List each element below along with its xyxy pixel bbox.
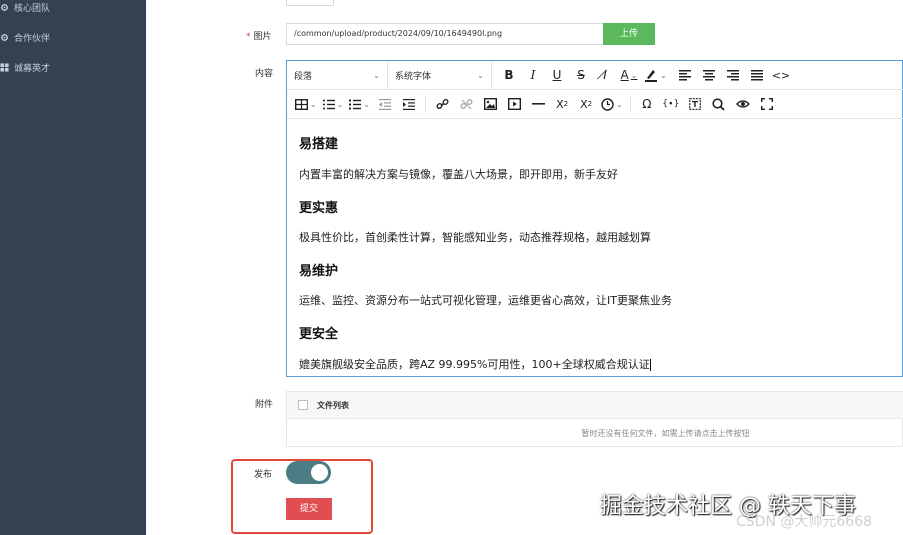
required-mark: *: [246, 32, 251, 42]
publish-toggle[interactable]: [286, 461, 331, 484]
gear-icon: [0, 3, 9, 12]
image-icon[interactable]: [481, 94, 499, 114]
gear-icon: [0, 33, 9, 42]
editor-toolbar-row-1: 段落 ⌄ 系统字体 ⌄ B I U S I̸ A ⌄ ⌄ <>: [287, 60, 903, 90]
sidebar-item-label: 核心团队: [14, 3, 51, 14]
watermark-sub: CSDN @大帅元6668: [736, 514, 872, 530]
fullscreen-icon[interactable]: [758, 94, 776, 114]
upload-button[interactable]: 上传: [603, 23, 655, 45]
text-caret: [649, 359, 651, 371]
align-center-icon[interactable]: [700, 65, 718, 85]
rich-text-editor[interactable]: 段落 ⌄ 系统字体 ⌄ B I U S I̸ A ⌄ ⌄ <> ⌄ ⌄ ⌄ X …: [286, 60, 903, 377]
content-paragraph-3: 运维、监控、资源分布一站式可视化管理，运维更省心高效，让IT更聚焦业务: [299, 294, 672, 307]
bold-icon[interactable]: B: [500, 65, 518, 85]
image-path-input[interactable]: /common/upload/product/2024/09/10/164949…: [286, 23, 604, 45]
toolbar-divider: [629, 95, 631, 113]
sidebar-item-partners[interactable]: 合作伙伴: [0, 25, 146, 49]
search-icon[interactable]: [710, 94, 728, 114]
indent-icon[interactable]: [400, 94, 418, 114]
unlink-icon[interactable]: [457, 94, 475, 114]
highlight-color-icon[interactable]: ⌄: [644, 65, 667, 85]
special-char-icon[interactable]: Ω: [638, 94, 656, 114]
file-list-header: 文件列表: [317, 400, 349, 410]
clock-icon[interactable]: ⌄: [601, 94, 623, 114]
strikethrough-icon[interactable]: S: [572, 65, 590, 85]
outdent-icon[interactable]: [376, 94, 394, 114]
chevron-down-icon: ⌄: [477, 70, 484, 80]
content-paragraph-1: 内置丰富的解决方案与镜像，覆盖八大场景，即开即用，新手友好: [299, 168, 618, 181]
font-select[interactable]: 系统字体 ⌄: [388, 60, 492, 90]
preview-eye-icon[interactable]: [734, 94, 752, 114]
content-label: 内容: [255, 69, 274, 79]
chevron-down-icon: ⌄: [373, 70, 380, 80]
sidebar-item-careers[interactable]: 诚募英才: [0, 55, 146, 79]
content-heading-3: 易维护: [299, 264, 339, 279]
sidebar-item-label: 诚募英才: [14, 63, 51, 74]
attachment-empty-text: 暂时还没有任何文件，如需上传请点击上传按钮: [581, 429, 750, 438]
font-color-icon[interactable]: A ⌄: [620, 65, 638, 85]
table-icon[interactable]: ⌄: [295, 94, 317, 114]
align-justify-icon[interactable]: [748, 65, 766, 85]
attachment-table-header: 文件列表: [287, 392, 903, 419]
subscript-icon[interactable]: X2: [553, 94, 571, 114]
content-heading-4: 更安全: [299, 327, 339, 342]
select-all-checkbox[interactable]: [298, 400, 308, 410]
image-label-wrap: * 图片: [246, 29, 272, 42]
sidebar-item-label: 合作伙伴: [14, 33, 51, 44]
submit-button[interactable]: 提交: [286, 498, 332, 520]
video-icon[interactable]: [505, 94, 523, 114]
paragraph-select[interactable]: 段落 ⌄: [287, 60, 388, 90]
superscript-icon[interactable]: X2: [577, 94, 595, 114]
font-select-value: 系统字体: [395, 71, 432, 82]
align-left-icon[interactable]: [676, 65, 694, 85]
code-icon[interactable]: <>: [772, 65, 790, 85]
content-heading-1: 易搭建: [299, 137, 339, 152]
publish-label: 发布: [254, 470, 273, 480]
editor-toolbar-row-2: ⌄ ⌄ ⌄ X2 X2 ⌄ Ω {∙}: [287, 90, 903, 119]
image-label: 图片: [253, 32, 272, 42]
clear-format-icon[interactable]: I̸: [596, 65, 614, 85]
link-icon[interactable]: [433, 94, 451, 114]
align-right-icon[interactable]: [724, 65, 742, 85]
category-select-remnant[interactable]: [286, 0, 334, 6]
attachment-label: 附件: [255, 400, 274, 410]
paragraph-select-value: 段落: [294, 71, 313, 82]
bullet-list-icon[interactable]: ⌄: [322, 94, 343, 114]
italic-icon[interactable]: I: [524, 65, 542, 85]
content-paragraph-2: 极具性价比，首创柔性计算，智能感知业务，动态推荐规格，越用越划算: [299, 231, 651, 244]
horizontal-rule-icon[interactable]: [529, 94, 547, 114]
sidebar: 核心团队 合作伙伴 诚募英才: [0, 0, 146, 535]
numbered-list-icon[interactable]: ⌄: [349, 94, 370, 114]
sidebar-item-core-team[interactable]: 核心团队: [0, 0, 146, 19]
grid-icon: [0, 62, 9, 72]
content-heading-2: 更实惠: [299, 201, 339, 216]
content-paragraph-4: 媲美旗舰级安全品质，跨AZ 99.995%可用性，100+全球权威合规认证: [299, 358, 650, 371]
attachment-table: 文件列表 暂时还没有任何文件，如需上传请点击上传按钮: [286, 391, 903, 447]
template-icon[interactable]: [686, 94, 704, 114]
formula-icon[interactable]: {∙}: [662, 94, 680, 114]
content-paragraph-4-wrap: 媲美旗舰级安全品质，跨AZ 99.995%可用性，100+全球权威合规认证: [299, 356, 651, 372]
toggle-knob: [311, 464, 328, 481]
toolbar-divider: [425, 95, 427, 113]
underline-icon[interactable]: U: [548, 65, 566, 85]
